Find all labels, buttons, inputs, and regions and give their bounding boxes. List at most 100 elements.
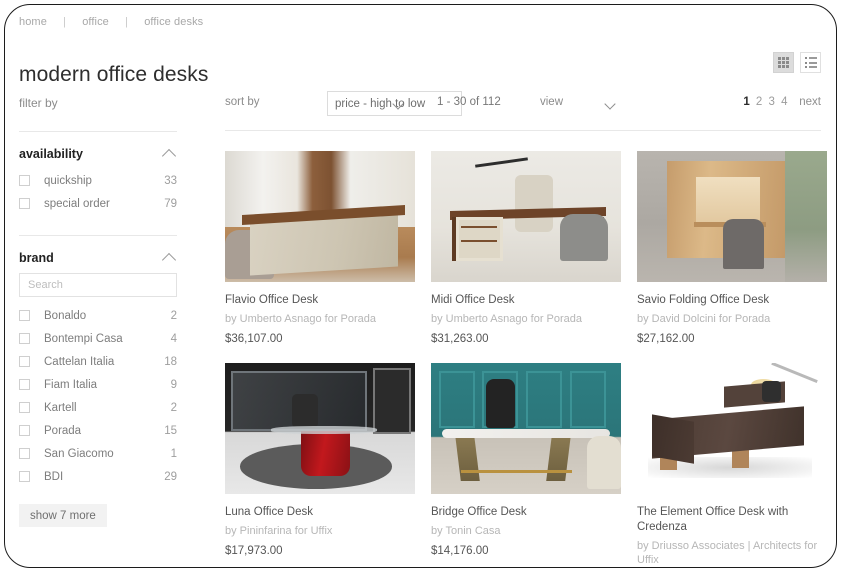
checkbox-kartell[interactable] (19, 402, 30, 413)
filter-option-kartell[interactable]: Kartell 2 (19, 396, 177, 419)
filter-option-count: 18 (164, 355, 177, 368)
checkbox-quickship[interactable] (19, 175, 30, 186)
breadcrumb-separator: | (125, 16, 129, 28)
filter-option-label: quickship (44, 174, 92, 187)
checkbox-fiam-italia[interactable] (19, 379, 30, 390)
product-listing-page: home | office | office desks modern offi… (5, 5, 835, 566)
filter-option-label: Kartell (44, 401, 77, 414)
product-title: Flavio Office Desk (225, 294, 319, 306)
product-card[interactable]: Bridge Office Desk by Tonin Casa $14,176… (431, 363, 621, 566)
page-title: modern office desks (19, 63, 209, 87)
facet-availability: availability quickship 33 special order … (19, 132, 177, 215)
luna-office-desk-image[interactable] (225, 363, 415, 494)
next-page-button[interactable]: next (799, 96, 821, 108)
product-card[interactable]: The Element Office Desk with Credenza by… (637, 363, 827, 566)
facet-brand: brand Bonaldo 2 Bontempi Casa 4 Cattelan… (19, 236, 177, 527)
filter-option-bdi[interactable]: BDI 29 (19, 465, 177, 488)
product-grid: Flavio Office Desk by Umberto Asnago for… (225, 151, 827, 566)
checkbox-bonaldo[interactable] (19, 310, 30, 321)
filter-option-count: 1 (170, 447, 177, 460)
chevron-up-icon[interactable] (161, 252, 177, 267)
results-toolbar: sort by price - high to low 1 - 30 of 11… (225, 91, 821, 117)
filter-option-count: 4 (170, 332, 177, 345)
product-designer: by Umberto Asnago for Porada (225, 313, 377, 325)
product-title: Midi Office Desk (431, 294, 515, 306)
filter-option-count: 2 (170, 401, 177, 414)
page-4-button[interactable]: 4 (780, 96, 789, 108)
chevron-down-icon (604, 98, 616, 110)
filters-sidebar: availability quickship 33 special order … (19, 131, 177, 527)
chevron-up-icon[interactable] (161, 148, 177, 163)
product-card[interactable]: Savio Folding Office Desk by David Dolci… (637, 151, 827, 345)
page-2-button[interactable]: 2 (754, 96, 763, 108)
filter-option-cattelan-italia[interactable]: Cattelan Italia 18 (19, 350, 177, 373)
breadcrumb-item-office[interactable]: office (82, 16, 109, 28)
product-designer: by Pininfarina for Uffix (225, 525, 333, 537)
filter-option-label: Porada (44, 424, 82, 437)
product-title: Bridge Office Desk (431, 506, 527, 518)
checkbox-bontempi-casa[interactable] (19, 333, 30, 344)
filter-option-count: 33 (164, 174, 177, 187)
list-glyph (804, 57, 817, 68)
filter-option-label: Cattelan Italia (44, 355, 115, 368)
breadcrumb-separator: | (63, 16, 67, 28)
filter-option-label: Fiam Italia (44, 378, 98, 391)
product-card[interactable]: Flavio Office Desk by Umberto Asnago for… (225, 151, 415, 345)
filter-option-label: Bontempi Casa (44, 332, 123, 345)
filter-by-label: filter by (19, 96, 58, 110)
checkbox-san-giacomo[interactable] (19, 448, 30, 459)
filter-option-fiam-italia[interactable]: Fiam Italia 9 (19, 373, 177, 396)
filter-option-bontempi-casa[interactable]: Bontempi Casa 4 (19, 327, 177, 350)
product-designer: by Umberto Asnago for Porada (431, 313, 583, 325)
product-designer: by Tonin Casa (431, 525, 501, 537)
breadcrumb-item-office-desks[interactable]: office desks (144, 16, 203, 28)
show-more-brands-button[interactable]: show 7 more (19, 504, 107, 527)
product-price: $27,162.00 (637, 333, 695, 345)
result-count: 1 - 30 of 112 (437, 96, 501, 108)
filter-option-bonaldo[interactable]: Bonaldo 2 (19, 304, 177, 327)
product-price: $36,107.00 (225, 333, 283, 345)
product-card[interactable]: Luna Office Desk by Pininfarina for Uffi… (225, 363, 415, 566)
product-title: Savio Folding Office Desk (637, 294, 770, 306)
product-designer: by Driusso Associates | Architects for U… (637, 540, 818, 566)
brand-search-input[interactable] (19, 273, 177, 297)
filter-option-porada[interactable]: Porada 15 (19, 419, 177, 442)
product-price: $14,176.00 (431, 545, 489, 557)
page-1-button[interactable]: 1 (742, 96, 751, 108)
checkbox-bdi[interactable] (19, 471, 30, 482)
filter-option-label: San Giacomo (44, 447, 114, 460)
divider (225, 130, 821, 131)
midi-office-desk-image[interactable] (431, 151, 621, 282)
checkbox-cattelan-italia[interactable] (19, 356, 30, 367)
filter-option-label: BDI (44, 470, 64, 483)
breadcrumb-item-home[interactable]: home (19, 16, 47, 28)
product-title: The Element Office Desk with Credenza (637, 506, 789, 533)
savio-folding-office-desk-image[interactable] (637, 151, 827, 282)
filter-option-quickship[interactable]: quickship 33 (19, 169, 177, 192)
grid-view-icon[interactable] (773, 52, 794, 73)
flavio-office-desk-image[interactable] (225, 151, 415, 282)
grid-glyph (777, 57, 790, 68)
product-price: $31,263.00 (431, 333, 489, 345)
filter-option-special-order[interactable]: special order 79 (19, 192, 177, 215)
view-toggle (773, 52, 821, 73)
filter-option-count: 2 (170, 309, 177, 322)
filter-option-san-giacomo[interactable]: San Giacomo 1 (19, 442, 177, 465)
facet-availability-title: availability (19, 147, 83, 161)
product-card[interactable]: Midi Office Desk by Umberto Asnago for P… (431, 151, 621, 345)
facet-brand-header[interactable]: brand (19, 251, 177, 273)
view-label: view (540, 96, 564, 108)
checkbox-porada[interactable] (19, 425, 30, 436)
product-price: $17,973.00 (225, 545, 283, 557)
facet-brand-title: brand (19, 251, 54, 265)
page-3-button[interactable]: 3 (767, 96, 776, 108)
checkbox-special-order[interactable] (19, 198, 30, 209)
element-office-desk-with-credenza-image[interactable] (637, 363, 827, 494)
filter-option-count: 29 (164, 470, 177, 483)
filter-option-count: 79 (164, 197, 177, 210)
product-designer: by David Dolcini for Porada (637, 313, 771, 325)
list-view-icon[interactable] (800, 52, 821, 73)
browser-window: home | office | office desks modern offi… (4, 4, 837, 568)
facet-availability-header[interactable]: availability (19, 147, 177, 169)
bridge-office-desk-image[interactable] (431, 363, 621, 494)
